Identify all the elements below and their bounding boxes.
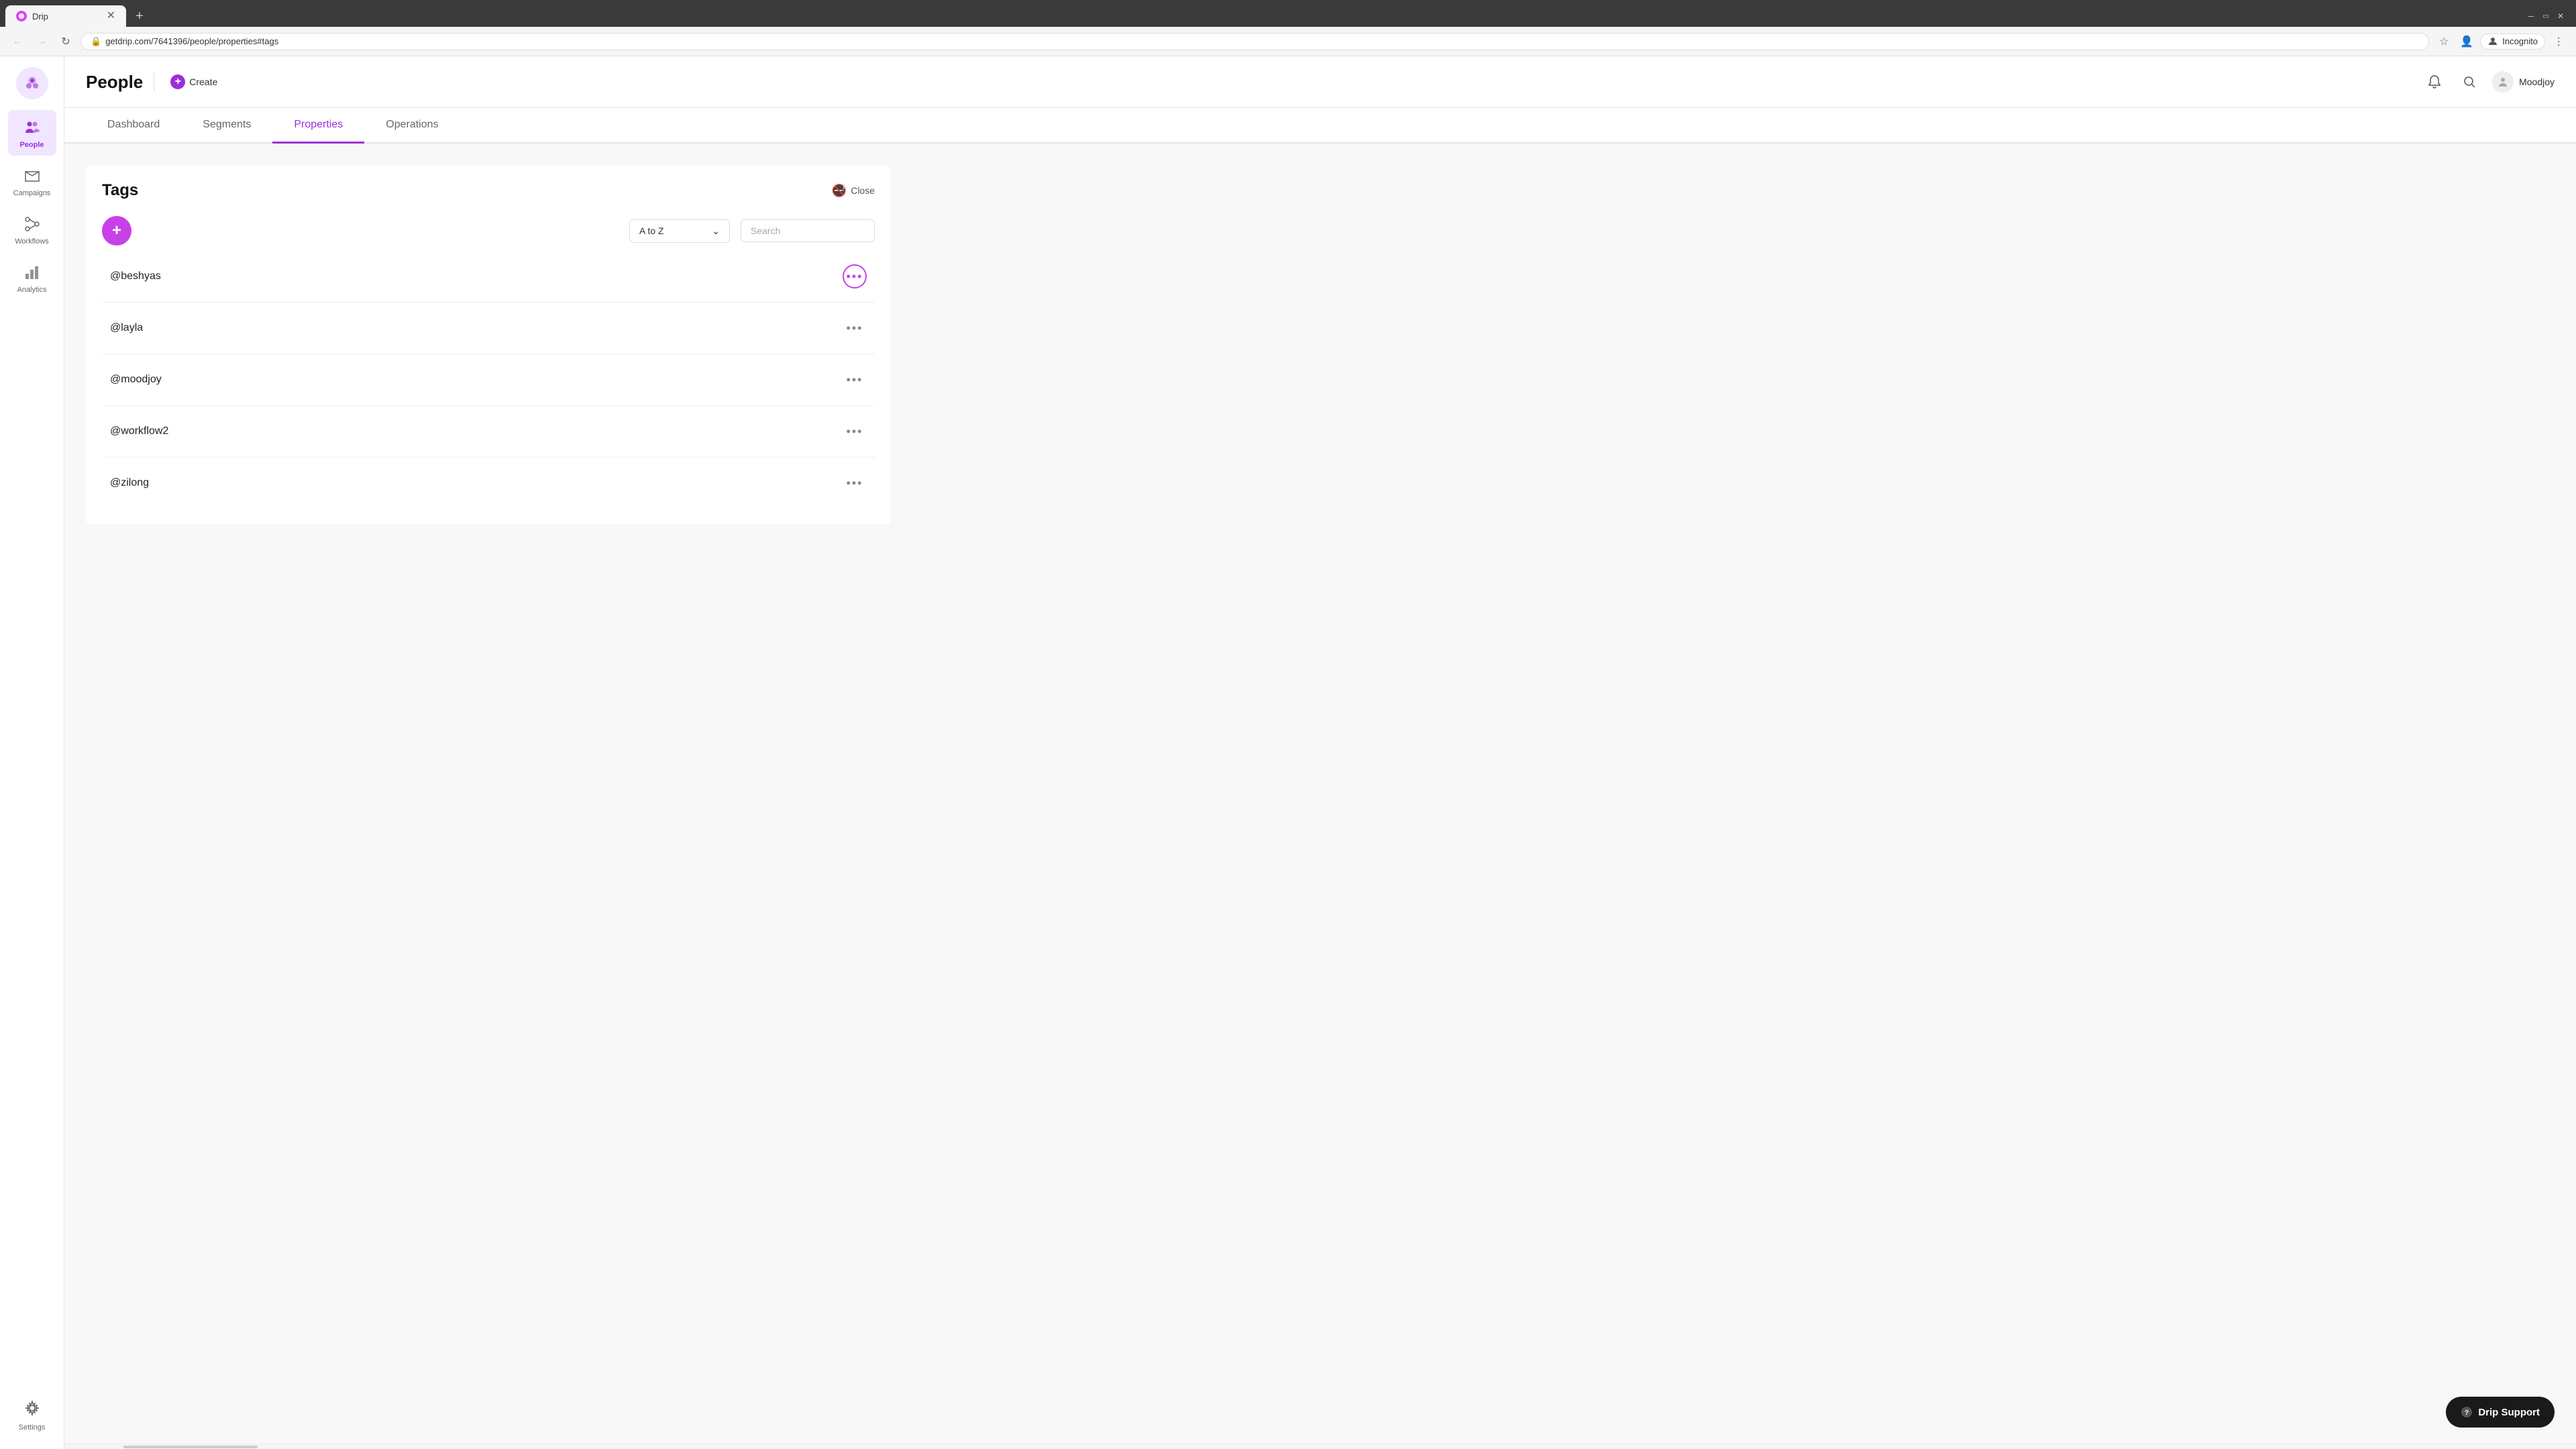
more-button[interactable]: ⋮ (2549, 32, 2568, 51)
horizontal-scrollbar[interactable] (64, 1444, 2576, 1449)
address-bar[interactable]: 🔒 getdrip.com/7641396/people/properties#… (80, 33, 2429, 50)
no-photo-icon: 🚭 (832, 184, 847, 198)
create-button[interactable]: + Create (165, 72, 223, 92)
tab-title: Drip (32, 11, 101, 21)
lock-icon: 🔒 (91, 36, 101, 47)
tags-search-input[interactable] (741, 219, 875, 242)
workflows-icon (21, 213, 43, 235)
tag-menu-button[interactable]: ••• (843, 316, 867, 340)
user-info[interactable]: Moodjoy (2492, 71, 2555, 93)
tag-menu-button[interactable]: ••• (843, 419, 867, 443)
tag-name: @zilong (110, 477, 843, 489)
user-name: Moodjoy (2519, 76, 2555, 87)
app-logo[interactable] (16, 67, 48, 99)
sidebar-item-analytics[interactable]: Analytics (8, 255, 56, 301)
tags-header: Tags 🚭 Close (102, 181, 875, 200)
tag-menu-button[interactable]: ••• (843, 264, 867, 288)
settings-label: Settings (19, 1424, 46, 1432)
maximize-button[interactable]: ▭ (2541, 11, 2551, 21)
sidebar-item-people-label: People (19, 141, 44, 149)
sidebar: People Campaigns Workflow (0, 56, 64, 1449)
add-tag-button[interactable]: + (102, 216, 131, 246)
campaigns-icon (21, 165, 43, 186)
tag-name: @moodjoy (110, 374, 843, 386)
tag-item: @workflow2 ••• (102, 406, 875, 458)
drip-support-button[interactable]: ? Drip Support (2446, 1397, 2555, 1428)
search-icon (2462, 74, 2477, 89)
tags-panel: Tags 🚭 Close + A to Z ⌄ (86, 165, 891, 525)
bell-icon (2427, 74, 2442, 89)
tag-item: @moodjoy ••• (102, 354, 875, 406)
tag-name: @layla (110, 322, 843, 334)
browser-chrome: Drip ✕ + ─ ▭ ✕ ← → ↻ 🔒 getdrip.com/76413… (0, 0, 2576, 56)
tab-dashboard[interactable]: Dashboard (86, 108, 181, 144)
content-area: Tags 🚭 Close + A to Z ⌄ (64, 144, 2576, 1444)
refresh-button[interactable]: ↻ (56, 32, 75, 51)
sidebar-settings[interactable]: Settings (8, 1392, 56, 1438)
main-content: People + Create (64, 56, 2576, 1449)
back-button[interactable]: ← (8, 32, 27, 51)
sort-dropdown[interactable]: A to Z ⌄ (629, 219, 730, 243)
url-text: getdrip.com/7641396/people/properties#ta… (105, 36, 278, 46)
header-actions: Moodjoy (2422, 70, 2555, 94)
minimize-button[interactable]: ─ (2526, 11, 2536, 21)
tag-menu-button[interactable]: ••• (843, 368, 867, 392)
analytics-icon (21, 262, 43, 283)
settings-icon (23, 1399, 42, 1421)
sidebar-item-workflows-label: Workflows (15, 237, 49, 246)
drip-support-icon: ? (2461, 1406, 2473, 1418)
incognito-label: Incognito (2502, 36, 2538, 46)
tag-item: @beshyas ••• (102, 251, 875, 303)
close-label: Close (851, 185, 875, 196)
tab-segments[interactable]: Segments (181, 108, 272, 144)
new-tab-button[interactable]: + (129, 5, 150, 27)
sidebar-item-campaigns-label: Campaigns (13, 189, 51, 197)
incognito-icon (2487, 36, 2498, 47)
people-icon (21, 117, 43, 138)
tag-name: @workflow2 (110, 425, 843, 437)
top-header: People + Create (64, 56, 2576, 108)
tag-list: @beshyas ••• @layla ••• @moodjoy ••• @wo… (102, 251, 875, 508)
tag-name: @beshyas (110, 270, 843, 282)
user-avatar-icon (2497, 76, 2509, 88)
sidebar-item-workflows[interactable]: Workflows (8, 207, 56, 252)
tags-toolbar: + A to Z ⌄ (102, 216, 875, 246)
incognito-badge: Incognito (2480, 34, 2545, 50)
create-plus-icon: + (170, 74, 185, 89)
notifications-button[interactable] (2422, 70, 2447, 94)
app-layout: People Campaigns Workflow (0, 56, 2576, 1449)
profile-button[interactable]: 👤 (2457, 32, 2476, 51)
tags-close-button[interactable]: 🚭 Close (832, 184, 875, 198)
tags-title: Tags (102, 181, 138, 200)
tag-item: @zilong ••• (102, 458, 875, 508)
sidebar-item-people[interactable]: People (8, 110, 56, 156)
tab-favicon (16, 11, 27, 21)
drip-support-label: Drip Support (2478, 1407, 2540, 1418)
chevron-down-icon: ⌄ (712, 225, 720, 237)
tab-close-button[interactable]: ✕ (107, 11, 115, 21)
add-tag-plus-icon: + (112, 221, 121, 240)
sidebar-item-campaigns[interactable]: Campaigns (8, 158, 56, 204)
close-window-button[interactable]: ✕ (2556, 11, 2565, 21)
search-button[interactable] (2457, 70, 2481, 94)
browser-nav-actions: ☆ 👤 Incognito ⋮ (2434, 32, 2568, 51)
tag-item: @layla ••• (102, 303, 875, 354)
tab-operations[interactable]: Operations (364, 108, 460, 144)
drip-logo-icon (23, 74, 42, 93)
forward-button[interactable]: → (32, 32, 51, 51)
browser-tabs: Drip ✕ + ─ ▭ ✕ (0, 0, 2576, 27)
create-label: Create (189, 76, 217, 87)
h-scroll-thumb[interactable] (123, 1446, 258, 1448)
browser-nav: ← → ↻ 🔒 getdrip.com/7641396/people/prope… (0, 27, 2576, 56)
active-tab[interactable]: Drip ✕ (5, 5, 126, 27)
sidebar-item-analytics-label: Analytics (17, 286, 46, 294)
tag-menu-button[interactable]: ••• (843, 471, 867, 495)
tab-nav: Dashboard Segments Properties Operations (64, 108, 2576, 144)
sort-label: A to Z (639, 225, 664, 236)
user-avatar (2492, 71, 2514, 93)
tab-properties[interactable]: Properties (272, 108, 364, 144)
svg-text:?: ? (2465, 1409, 2469, 1417)
bookmark-button[interactable]: ☆ (2434, 32, 2453, 51)
page-title: People (86, 72, 143, 93)
